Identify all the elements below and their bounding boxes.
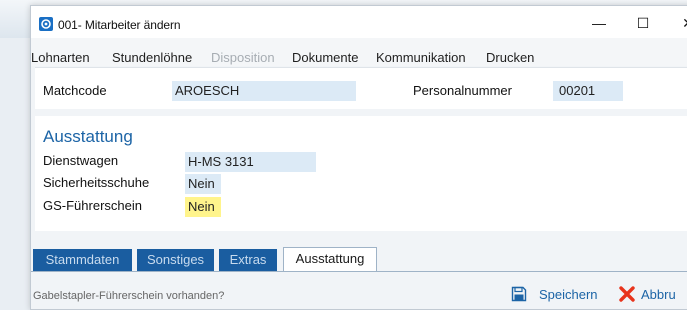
menu-bar: Lohnarten Stundenlöhne Disposition Dokum… [31, 38, 687, 66]
app-logo-icon [39, 17, 53, 31]
sicherheitsschuhe-label: Sicherheitsschuhe [43, 175, 150, 190]
window-title: 001- Mitarbeiter ändern [58, 18, 181, 32]
tab-bar: Stammdaten Sonstiges Extras Ausstattung [31, 246, 687, 272]
save-icon [511, 286, 527, 302]
save-label: Speichern [539, 287, 598, 302]
cancel-label: Abbru [641, 287, 676, 302]
menu-item-kommunikation[interactable]: Kommunikation [376, 50, 466, 65]
menu-item-dokumente[interactable]: Dokumente [292, 50, 358, 65]
maximize-icon[interactable]: ☐ [631, 14, 655, 32]
menu-item-stundenloehne[interactable]: Stundenlöhne [112, 50, 192, 65]
sicherheitsschuhe-field[interactable]: Nein [185, 174, 221, 194]
ausstattung-panel: Ausstattung Dienstwagen H-MS 3131 Sicher… [35, 116, 687, 231]
status-bar: Gabelstapler-Führerschein vorhanden? Spe… [31, 276, 687, 309]
employee-edit-window: 001- Mitarbeiter ändern — ☐ ✕ Lohnarten … [30, 5, 687, 310]
menu-item-lohnarten[interactable]: Lohnarten [31, 50, 90, 65]
title-bar[interactable]: 001- Mitarbeiter ändern — ☐ ✕ [31, 6, 687, 38]
save-button[interactable]: Speichern [511, 286, 606, 305]
menu-item-disposition: Disposition [211, 50, 275, 65]
dienstwagen-field[interactable]: H-MS 3131 [185, 152, 316, 172]
cancel-button[interactable]: Abbru [619, 286, 687, 305]
gs-fuehrerschein-field[interactable]: Nein [185, 197, 221, 217]
tab-stammdaten[interactable]: Stammdaten [33, 249, 132, 271]
matchcode-field[interactable]: AROESCH [172, 81, 356, 101]
close-icon[interactable]: ✕ [676, 14, 687, 32]
cancel-x-icon [619, 286, 635, 302]
personalnummer-field[interactable]: 00201 [553, 81, 623, 101]
personalnummer-label: Personalnummer [413, 83, 512, 98]
tab-ausstattung[interactable]: Ausstattung [283, 247, 377, 271]
tab-extras[interactable]: Extras [219, 249, 277, 271]
header-panel: Matchcode AROESCH Personalnummer 00201 [35, 67, 687, 109]
status-hint: Gabelstapler-Führerschein vorhanden? [33, 290, 225, 302]
dienstwagen-label: Dienstwagen [43, 153, 119, 168]
gs-fuehrerschein-label: GS-Führerschein [43, 198, 142, 213]
minimize-icon[interactable]: — [587, 14, 611, 32]
section-title: Ausstattung [43, 127, 133, 146]
tab-sonstiges[interactable]: Sonstiges [137, 249, 214, 271]
menu-item-drucken[interactable]: Drucken [486, 50, 534, 65]
matchcode-label: Matchcode [43, 83, 107, 98]
